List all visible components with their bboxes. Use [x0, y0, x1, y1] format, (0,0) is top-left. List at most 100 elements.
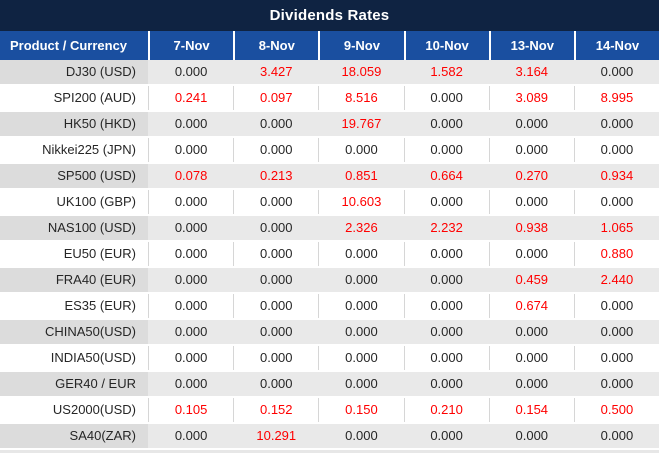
value-cell: 0.000 — [318, 294, 403, 318]
table-row: HK50 (HKD) 0.0000.00019.7670.0000.0000.0… — [0, 112, 659, 136]
value-cell: 0.500 — [574, 398, 659, 422]
value-cell: 19.767 — [318, 112, 403, 136]
value-cell: 0.000 — [318, 372, 403, 396]
value-cell: 0.213 — [233, 164, 318, 188]
table-row: INDIA50(USD) 0.0000.0000.0000.0000.0000.… — [0, 346, 659, 370]
value-cell: 0.000 — [148, 268, 233, 292]
value-cell: 0.000 — [574, 320, 659, 344]
value-cell: 2.232 — [404, 216, 489, 240]
value-cell: 0.000 — [404, 112, 489, 136]
value-cell: 0.000 — [233, 372, 318, 396]
value-cell: 0.270 — [489, 164, 574, 188]
value-cell: 0.000 — [233, 320, 318, 344]
value-cell: 0.000 — [574, 346, 659, 370]
product-cell: DJ30 (USD) — [0, 60, 148, 84]
table-body: DJ30 (USD) 0.0003.42718.0591.5823.1640.0… — [0, 60, 659, 448]
value-cell: 0.000 — [148, 320, 233, 344]
value-cell: 0.000 — [404, 320, 489, 344]
value-cell: 0.459 — [489, 268, 574, 292]
table-row: SP500 (USD) 0.0780.2130.8510.6640.2700.9… — [0, 164, 659, 188]
value-cell: 0.000 — [574, 138, 659, 162]
table-row: DJ30 (USD) 0.0003.42718.0591.5823.1640.0… — [0, 60, 659, 84]
value-cell: 0.000 — [318, 268, 403, 292]
value-cell: 0.000 — [148, 372, 233, 396]
value-cell: 0.851 — [318, 164, 403, 188]
product-cell: INDIA50(USD) — [0, 346, 148, 370]
date-header: 13-Nov — [489, 31, 574, 60]
value-cell: 0.000 — [404, 190, 489, 214]
product-cell: SPI200 (AUD) — [0, 86, 148, 110]
table-title: Dividends Rates — [0, 0, 659, 31]
value-cell: 0.000 — [574, 294, 659, 318]
value-cell: 0.000 — [404, 346, 489, 370]
value-cell: 0.000 — [148, 294, 233, 318]
table-header-row: Product / Currency 7-Nov 8-Nov 9-Nov 10-… — [0, 31, 659, 60]
date-header: 10-Nov — [404, 31, 489, 60]
value-cell: 0.000 — [489, 190, 574, 214]
value-cell: 0.000 — [574, 112, 659, 136]
table-row: ES35 (EUR) 0.0000.0000.0000.0000.6740.00… — [0, 294, 659, 318]
date-header: 14-Nov — [574, 31, 659, 60]
value-cell: 0.664 — [404, 164, 489, 188]
value-cell: 0.210 — [404, 398, 489, 422]
product-cell: UK100 (GBP) — [0, 190, 148, 214]
table-row: NAS100 (USD) 0.0000.0002.3262.2320.9381.… — [0, 216, 659, 240]
product-cell: GER40 / EUR — [0, 372, 148, 396]
value-cell: 0.000 — [489, 424, 574, 448]
product-cell: FRA40 (EUR) — [0, 268, 148, 292]
value-cell: 2.440 — [574, 268, 659, 292]
value-cell: 0.000 — [233, 112, 318, 136]
value-cell: 3.164 — [489, 60, 574, 84]
value-cell: 0.880 — [574, 242, 659, 266]
value-cell: 0.000 — [574, 372, 659, 396]
value-cell: 0.154 — [489, 398, 574, 422]
value-cell: 0.000 — [489, 138, 574, 162]
value-cell: 0.000 — [404, 242, 489, 266]
value-cell: 0.000 — [574, 190, 659, 214]
value-cell: 0.000 — [148, 242, 233, 266]
value-cell: 0.097 — [233, 86, 318, 110]
table-row: GER40 / EUR 0.0000.0000.0000.0000.0000.0… — [0, 372, 659, 396]
value-cell: 1.065 — [574, 216, 659, 240]
date-header: 9-Nov — [318, 31, 403, 60]
value-cell: 18.059 — [318, 60, 403, 84]
value-cell: 0.000 — [404, 138, 489, 162]
value-cell: 0.000 — [489, 112, 574, 136]
value-cell: 0.000 — [233, 294, 318, 318]
product-cell: SA40(ZAR) — [0, 424, 148, 448]
value-cell: 0.934 — [574, 164, 659, 188]
value-cell: 8.995 — [574, 86, 659, 110]
value-cell: 0.674 — [489, 294, 574, 318]
value-cell: 0.000 — [148, 216, 233, 240]
date-header: 8-Nov — [233, 31, 318, 60]
value-cell: 0.241 — [148, 86, 233, 110]
value-cell: 0.000 — [233, 242, 318, 266]
value-cell: 3.089 — [489, 86, 574, 110]
value-cell: 0.000 — [489, 372, 574, 396]
product-cell: NAS100 (USD) — [0, 216, 148, 240]
table-row: SPI200 (AUD) 0.2410.0978.5160.0003.0898.… — [0, 86, 659, 110]
value-cell: 0.000 — [148, 424, 233, 448]
value-cell: 0.938 — [489, 216, 574, 240]
value-cell: 0.000 — [489, 242, 574, 266]
value-cell: 2.326 — [318, 216, 403, 240]
value-cell: 0.000 — [233, 268, 318, 292]
table-row: SA40(ZAR) 0.00010.2910.0000.0000.0000.00… — [0, 424, 659, 448]
product-cell: ES35 (EUR) — [0, 294, 148, 318]
value-cell: 0.078 — [148, 164, 233, 188]
value-cell: 10.603 — [318, 190, 403, 214]
value-cell: 0.000 — [404, 372, 489, 396]
value-cell: 0.105 — [148, 398, 233, 422]
value-cell: 0.000 — [148, 60, 233, 84]
value-cell: 0.000 — [318, 242, 403, 266]
value-cell: 0.000 — [404, 268, 489, 292]
value-cell: 0.150 — [318, 398, 403, 422]
table-row: CHINA50(USD) 0.0000.0000.0000.0000.0000.… — [0, 320, 659, 344]
value-cell: 1.582 — [404, 60, 489, 84]
value-cell: 0.000 — [233, 138, 318, 162]
value-cell: 0.000 — [404, 294, 489, 318]
value-cell: 0.000 — [404, 424, 489, 448]
value-cell: 0.000 — [574, 424, 659, 448]
table-row: UK100 (GBP) 0.0000.00010.6030.0000.0000.… — [0, 190, 659, 214]
value-cell: 0.000 — [233, 216, 318, 240]
